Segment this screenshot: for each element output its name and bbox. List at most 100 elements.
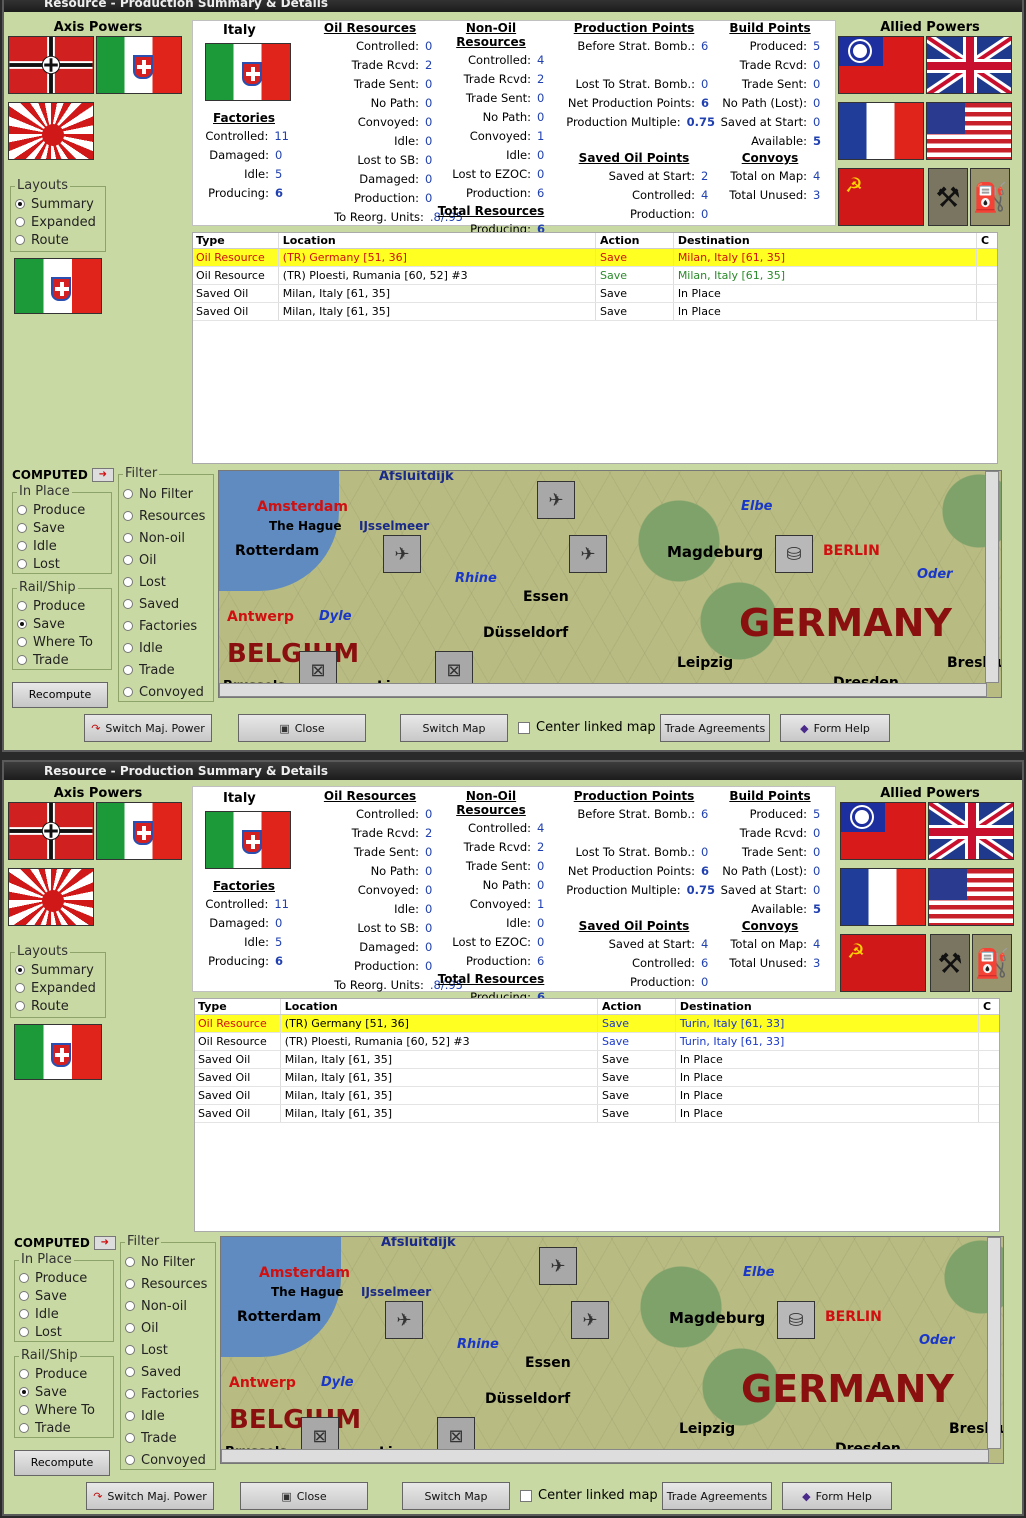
filter-oil-radio[interactable]: Oil — [123, 549, 209, 571]
uk-flag[interactable] — [926, 36, 1012, 94]
germany-flag[interactable] — [8, 36, 94, 94]
rail-whereto-radio[interactable]: Where To — [17, 633, 107, 651]
trade-agreements-button[interactable]: Trade Agreements — [662, 1482, 772, 1510]
inplace-idle-radio[interactable]: Idle — [19, 1305, 109, 1323]
inplace-save-radio[interactable]: Save — [17, 519, 107, 537]
bomber-unit-icon[interactable]: ✈ — [385, 1301, 423, 1339]
filter-nonoil-radio[interactable]: Non-oil — [123, 527, 209, 549]
table-row[interactable]: Saved Oil Milan, Italy [61, 35] Save In Pla… — [195, 1087, 999, 1105]
inplace-save-radio[interactable]: Save — [19, 1287, 109, 1305]
china-flag[interactable] — [838, 36, 924, 94]
rail-whereto-radio[interactable]: Where To — [19, 1401, 109, 1419]
rail-produce-radio[interactable]: Produce — [19, 1365, 109, 1383]
germany-flag[interactable] — [8, 802, 94, 860]
oil-stack-icon[interactable]: ⛁ — [775, 535, 813, 573]
close-button[interactable]: ▣ Close — [238, 714, 366, 742]
layout-expanded-radio[interactable]: Expanded — [15, 979, 101, 997]
china-flag[interactable] — [840, 802, 926, 860]
filter-idle-radio[interactable]: Idle — [125, 1405, 211, 1427]
filter-nofilter-radio[interactable]: No Filter — [125, 1251, 211, 1273]
filter-resources-radio[interactable]: Resources — [125, 1273, 211, 1295]
ussr-flag[interactable]: ☭ — [840, 934, 926, 992]
filter-convoyed-radio[interactable]: Convoyed — [125, 1449, 211, 1471]
map-view[interactable]: Afsluitdijk Amsterdam The Hague IJsselme… — [220, 1236, 1004, 1464]
mining-icon[interactable]: ⚒ — [930, 934, 970, 992]
oil-stack-icon[interactable]: ⛁ — [777, 1301, 815, 1339]
bomber-unit-icon[interactable]: ✈ — [537, 481, 575, 519]
switch-power-button[interactable]: ↷ Switch Maj. Power — [84, 714, 212, 742]
layout-route-radio[interactable]: Route — [15, 997, 101, 1015]
rail-save-radio[interactable]: Save — [19, 1383, 109, 1401]
close-button[interactable]: ▣ Close — [240, 1482, 368, 1510]
filter-nonoil-radio[interactable]: Non-oil — [125, 1295, 211, 1317]
switch-power-button[interactable]: ↷ Switch Maj. Power — [86, 1482, 214, 1510]
usa-flag[interactable] — [928, 868, 1014, 926]
rail-produce-radio[interactable]: Produce — [17, 597, 107, 615]
filter-convoyed-radio[interactable]: Convoyed — [123, 681, 209, 703]
bomber-unit-icon[interactable]: ✈ — [539, 1247, 577, 1285]
switch-map-button[interactable]: Switch Map — [400, 714, 508, 742]
table-row[interactable]: Oil Resource (TR) Ploesti, Rumania [60, 5… — [195, 1033, 999, 1051]
japan-flag[interactable] — [8, 102, 94, 160]
italy-flag[interactable] — [96, 802, 182, 860]
filter-trade-radio[interactable]: Trade — [125, 1427, 211, 1449]
table-row[interactable]: Saved Oil Milan, Italy [61, 35] Save In Pla… — [195, 1051, 999, 1069]
map-hscroll[interactable] — [219, 683, 987, 697]
rail-trade-radio[interactable]: Trade — [17, 651, 107, 669]
filter-saved-radio[interactable]: Saved — [125, 1361, 211, 1383]
layout-summary-radio[interactable]: Summary — [15, 961, 101, 979]
usa-flag[interactable] — [926, 102, 1012, 160]
inplace-idle-radio[interactable]: Idle — [17, 537, 107, 555]
form-help-button[interactable]: ◆ Form Help — [780, 714, 890, 742]
italy-flag[interactable] — [96, 36, 182, 94]
oil-derrick-icon[interactable]: ⛽ — [972, 934, 1012, 992]
bomber-unit-icon[interactable]: ✈ — [569, 535, 607, 573]
oil-derrick-icon[interactable]: ⛽ — [970, 168, 1010, 226]
form-help-button[interactable]: ◆ Form Help — [782, 1482, 892, 1510]
ussr-flag[interactable]: ☭ — [838, 168, 924, 226]
recompute-button[interactable]: Recompute — [12, 682, 108, 708]
table-row[interactable]: Oil Resource (TR) Ploesti, Rumania [60, 5… — [193, 267, 997, 285]
recompute-button[interactable]: Recompute — [14, 1450, 110, 1476]
map-vscroll[interactable] — [987, 1237, 1001, 1449]
table-row[interactable]: Saved Oil Milan, Italy [61, 35] Save In Pla… — [195, 1069, 999, 1087]
rail-trade-radio[interactable]: Trade — [19, 1419, 109, 1437]
rail-save-radio[interactable]: Save — [17, 615, 107, 633]
filter-idle-radio[interactable]: Idle — [123, 637, 209, 659]
table-row[interactable]: Saved Oil Milan, Italy [61, 35] Save In Pla… — [193, 303, 997, 321]
table-row[interactable]: Oil Resource (TR) Germany [51, 36] Save Mil… — [193, 249, 997, 267]
bomber-unit-icon[interactable]: ✈ — [383, 535, 421, 573]
computed-arrow-icon[interactable]: ➜ — [93, 1236, 116, 1250]
table-row[interactable]: Saved Oil Milan, Italy [61, 35] Save In Pla… — [195, 1105, 999, 1123]
layout-expanded-radio[interactable]: Expanded — [15, 213, 101, 231]
trade-agreements-button[interactable]: Trade Agreements — [660, 714, 770, 742]
inplace-produce-radio[interactable]: Produce — [19, 1269, 109, 1287]
filter-oil-radio[interactable]: Oil — [125, 1317, 211, 1339]
layout-route-radio[interactable]: Route — [15, 231, 101, 249]
map-vscroll[interactable] — [985, 471, 999, 683]
table-row[interactable]: Saved Oil Milan, Italy [61, 35] Save In Pla… — [193, 285, 997, 303]
inplace-lost-radio[interactable]: Lost — [17, 555, 107, 573]
france-flag[interactable] — [840, 868, 926, 926]
filter-resources-radio[interactable]: Resources — [123, 505, 209, 527]
japan-flag[interactable] — [8, 868, 94, 926]
inplace-lost-radio[interactable]: Lost — [19, 1323, 109, 1341]
center-linked-checkbox[interactable]: Center linked map — [518, 720, 656, 735]
center-linked-checkbox[interactable]: Center linked map — [520, 1488, 658, 1503]
filter-lost-radio[interactable]: Lost — [125, 1339, 211, 1361]
bomber-unit-icon[interactable]: ✈ — [571, 1301, 609, 1339]
filter-trade-radio[interactable]: Trade — [123, 659, 209, 681]
filter-factories-radio[interactable]: Factories — [125, 1383, 211, 1405]
computed-arrow-icon[interactable]: ➜ — [91, 468, 114, 482]
table-row[interactable]: Oil Resource (TR) Germany [51, 36] Save Tur… — [195, 1015, 999, 1033]
uk-flag[interactable] — [928, 802, 1014, 860]
filter-factories-radio[interactable]: Factories — [123, 615, 209, 637]
mining-icon[interactable]: ⚒ — [928, 168, 968, 226]
layout-summary-radio[interactable]: Summary — [15, 195, 101, 213]
inplace-produce-radio[interactable]: Produce — [17, 501, 107, 519]
filter-lost-radio[interactable]: Lost — [123, 571, 209, 593]
map-view[interactable]: Afsluitdijk Amsterdam The Hague IJsselme… — [218, 470, 1002, 698]
filter-saved-radio[interactable]: Saved — [123, 593, 209, 615]
switch-map-button[interactable]: Switch Map — [402, 1482, 510, 1510]
france-flag[interactable] — [838, 102, 924, 160]
